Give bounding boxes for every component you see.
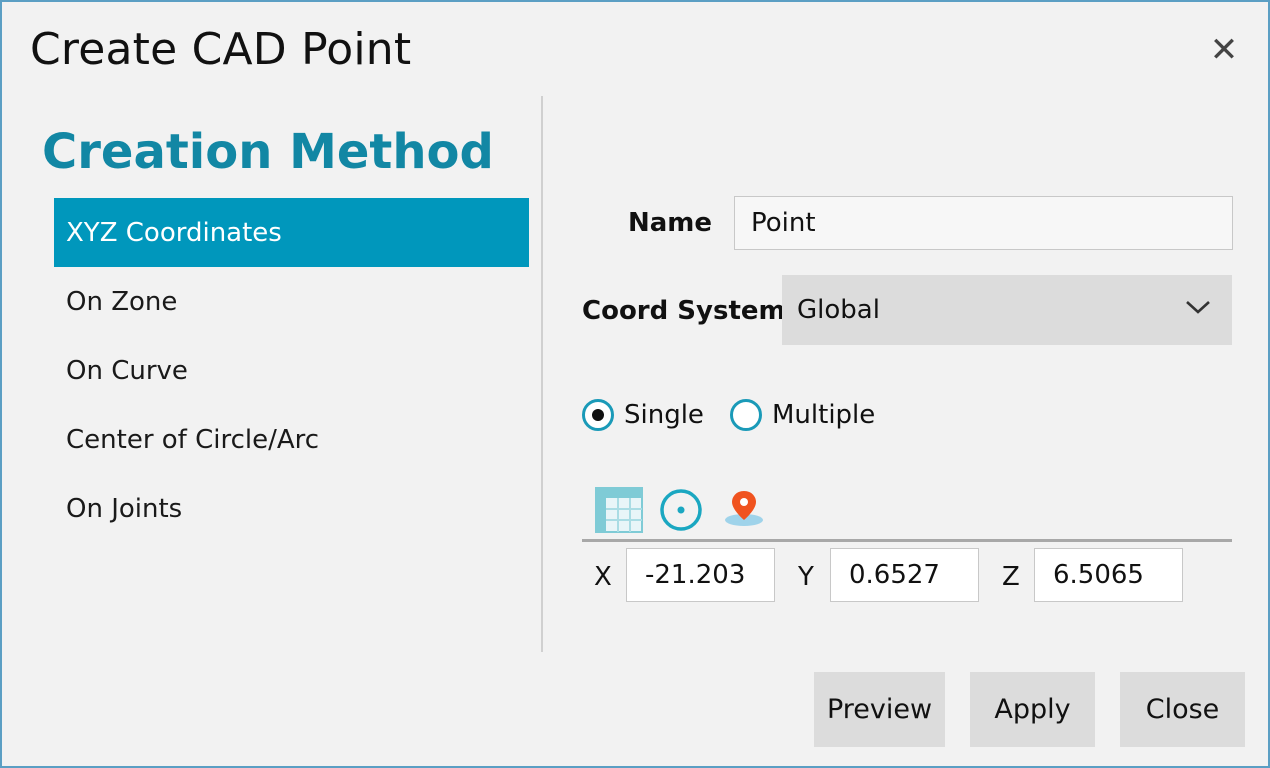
coord-system-label: Coord System [582, 296, 786, 326]
dialog-title: Create CAD Point [30, 24, 412, 75]
method-item-on-joints[interactable]: On Joints [54, 474, 529, 543]
chevron-down-icon [1186, 301, 1210, 314]
preview-button[interactable]: Preview [814, 672, 945, 747]
coord-system-value: Global [797, 295, 880, 325]
name-label: Name [628, 208, 713, 238]
creation-method-list: XYZ Coordinates On Zone On Curve Center … [54, 198, 529, 543]
radio-single-circle [582, 399, 614, 431]
toolbar-separator [582, 539, 1232, 542]
table-icon[interactable] [595, 487, 643, 533]
method-item-xyz-coordinates[interactable]: XYZ Coordinates [54, 198, 529, 267]
creation-method-heading: Creation Method [42, 124, 494, 180]
radio-multiple-circle [730, 399, 762, 431]
radio-multiple-label: Multiple [772, 400, 876, 430]
create-cad-point-dialog: Create CAD Point ✕ Creation Method XYZ C… [0, 0, 1270, 768]
apply-button[interactable]: Apply [970, 672, 1095, 747]
z-coordinate-input[interactable] [1034, 548, 1183, 602]
method-item-on-curve[interactable]: On Curve [54, 336, 529, 405]
y-label: Y [798, 562, 814, 592]
circle-center-icon[interactable] [659, 488, 703, 532]
location-pin-icon[interactable] [722, 488, 766, 530]
z-label: Z [1002, 562, 1020, 592]
radio-multiple[interactable]: Multiple [730, 399, 875, 431]
y-coordinate-input[interactable] [830, 548, 979, 602]
radio-single[interactable]: Single [582, 399, 704, 431]
close-icon[interactable]: ✕ [1202, 28, 1246, 72]
method-item-center-of-circle-arc[interactable]: Center of Circle/Arc [54, 405, 529, 474]
x-label: X [594, 562, 612, 592]
close-button[interactable]: Close [1120, 672, 1245, 747]
name-input[interactable] [734, 196, 1233, 250]
x-coordinate-input[interactable] [626, 548, 775, 602]
radio-single-label: Single [624, 400, 704, 430]
panel-divider [541, 96, 543, 652]
method-item-on-zone[interactable]: On Zone [54, 267, 529, 336]
coord-system-select[interactable]: Global [782, 275, 1232, 345]
